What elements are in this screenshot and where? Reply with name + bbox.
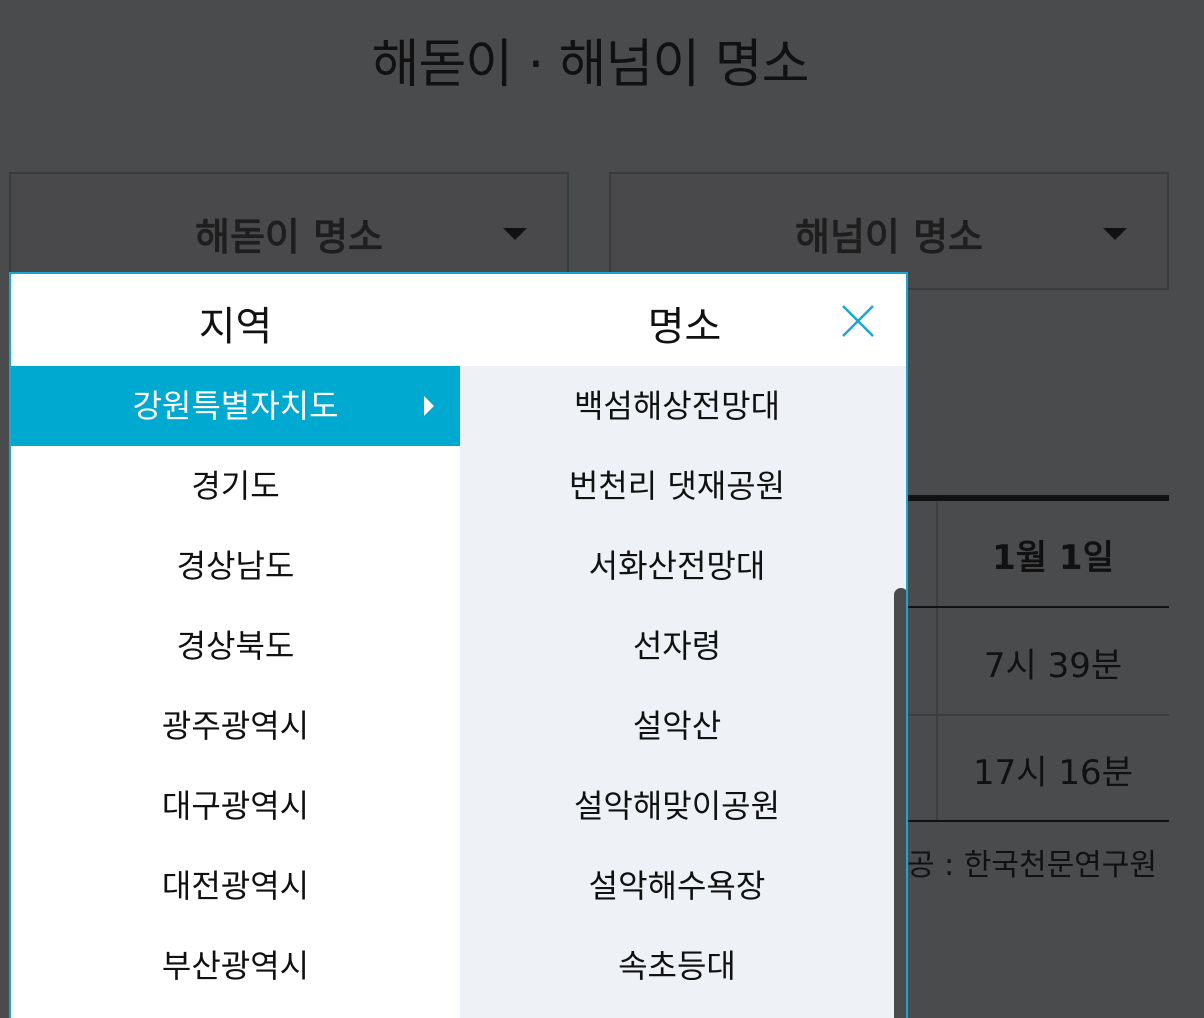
spot-item[interactable]: 설악해맞이공원	[460, 766, 894, 846]
region-list: 강원특별자치도경기도경상남도경상북도광주광역시대구광역시대전광역시부산광역시	[11, 366, 460, 1018]
region-item[interactable]: 대구광역시	[11, 766, 460, 846]
table-top-border	[907, 495, 1169, 501]
region-item[interactable]: 강원특별자치도	[11, 366, 460, 446]
spot-item[interactable]: 설악산	[460, 686, 894, 766]
table-cell-sunset-time: 17시 16분	[973, 753, 1133, 793]
region-item[interactable]: 대전광역시	[11, 846, 460, 926]
chevron-right-icon	[424, 396, 434, 416]
spot-item[interactable]: 속초등대	[460, 926, 894, 1006]
table-header-date: 1월 1일	[992, 538, 1114, 578]
table-row-divider	[907, 606, 1169, 608]
region-item[interactable]: 경상남도	[11, 526, 460, 606]
spot-item[interactable]: 백섬해상전망대	[460, 366, 894, 446]
close-button[interactable]	[835, 298, 881, 344]
region-item-label: 강원특별자치도	[132, 387, 339, 425]
table-cell-sunrise-time: 7시 39분	[983, 646, 1123, 686]
panel-header: 지역 명소	[11, 274, 906, 366]
sunset-select-label: 해넘이 명소	[794, 215, 984, 259]
scrollbar-thumb[interactable]	[894, 588, 906, 1018]
spot-item[interactable]: 설악해수욕장	[460, 846, 894, 926]
chevron-down-icon	[1103, 228, 1127, 240]
table-bottom-border	[907, 820, 1169, 822]
region-item-label: 경상북도	[176, 627, 295, 665]
region-item[interactable]: 부산광역시	[11, 926, 460, 1006]
spot-item[interactable]: 서화산전망대	[460, 526, 894, 606]
chevron-down-icon	[503, 228, 527, 240]
region-item[interactable]: 광주광역시	[11, 686, 460, 766]
page-title: 해돋이 · 해넘이 명소	[371, 35, 810, 95]
spot-list-scrollbar[interactable]	[894, 366, 906, 1018]
spot-item[interactable]: 선자령	[460, 606, 894, 686]
spot-list: 백섬해상전망대 번천리 댓재공원 서화산전망대 선자령 설악산 설악해맞이공원 설악해수욕장…	[460, 366, 894, 1018]
spot-item[interactable]: 번천리 댓재공원	[460, 446, 894, 526]
table-row-divider	[907, 714, 1169, 716]
region-column-title: 지역	[198, 304, 273, 350]
region-item-label: 경상남도	[176, 547, 295, 585]
spot-picker-panel: 지역 명소 강원특별자치도경기도경상남도경상북도광주광역시대구광역시대전광역시부…	[9, 272, 908, 1018]
region-item[interactable]: 경상북도	[11, 606, 460, 686]
close-icon	[842, 305, 874, 337]
region-item-label: 대전광역시	[161, 867, 310, 905]
region-item-label: 광주광역시	[161, 707, 310, 745]
region-item-label: 경기도	[191, 467, 280, 505]
region-item-label: 부산광역시	[161, 947, 310, 985]
region-item[interactable]: 경기도	[11, 446, 460, 526]
data-source-note: 공 : 한국천문연구원	[907, 848, 1157, 883]
sunrise-select-label: 해돋이 명소	[194, 215, 384, 259]
region-item-label: 대구광역시	[161, 787, 310, 825]
